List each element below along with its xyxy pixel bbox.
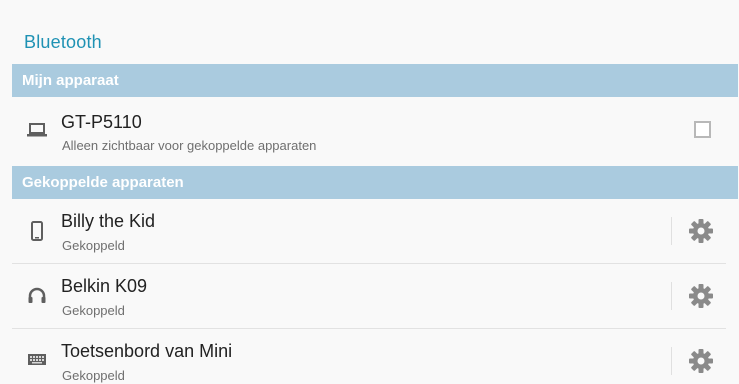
phone-icon bbox=[31, 221, 43, 241]
device-name: GT-P5110 bbox=[61, 112, 142, 132]
row-divider-vertical bbox=[671, 347, 672, 375]
gear-icon[interactable] bbox=[687, 347, 715, 375]
paired-device-row[interactable]: Billy the Kid Gekoppeld bbox=[12, 199, 738, 263]
paired-device-status: Gekoppeld bbox=[62, 238, 125, 253]
laptop-icon bbox=[27, 123, 47, 137]
page-title: Bluetooth bbox=[24, 32, 102, 52]
section-header-my-device: Mijn apparaat bbox=[12, 64, 738, 97]
paired-device-status: Gekoppeld bbox=[62, 303, 125, 318]
paired-device-name: Billy the Kid bbox=[61, 211, 156, 231]
row-divider-vertical bbox=[671, 282, 672, 310]
gear-icon[interactable] bbox=[687, 282, 715, 310]
gear-icon[interactable] bbox=[687, 217, 715, 245]
paired-device-status: Gekoppeld bbox=[62, 368, 125, 383]
visibility-checkbox[interactable] bbox=[694, 121, 711, 138]
my-device-row[interactable]: GT-P5110 Alleen zichtbaar voor gekoppeld… bbox=[12, 97, 738, 163]
paired-device-row[interactable]: Belkin K09 Gekoppeld bbox=[12, 264, 738, 328]
row-divider-vertical bbox=[671, 217, 672, 245]
paired-device-name: Belkin K09 bbox=[61, 276, 148, 296]
section-header-paired-devices: Gekoppelde apparaten bbox=[12, 166, 738, 199]
headphones-icon bbox=[28, 287, 46, 303]
paired-device-row[interactable]: Toetsenbord van Mini Gekoppeld bbox=[12, 329, 738, 384]
keyboard-icon bbox=[28, 354, 46, 365]
paired-device-name: Toetsenbord van Mini bbox=[61, 341, 233, 361]
device-visibility-subtitle: Alleen zichtbaar voor gekoppelde apparat… bbox=[62, 138, 317, 153]
